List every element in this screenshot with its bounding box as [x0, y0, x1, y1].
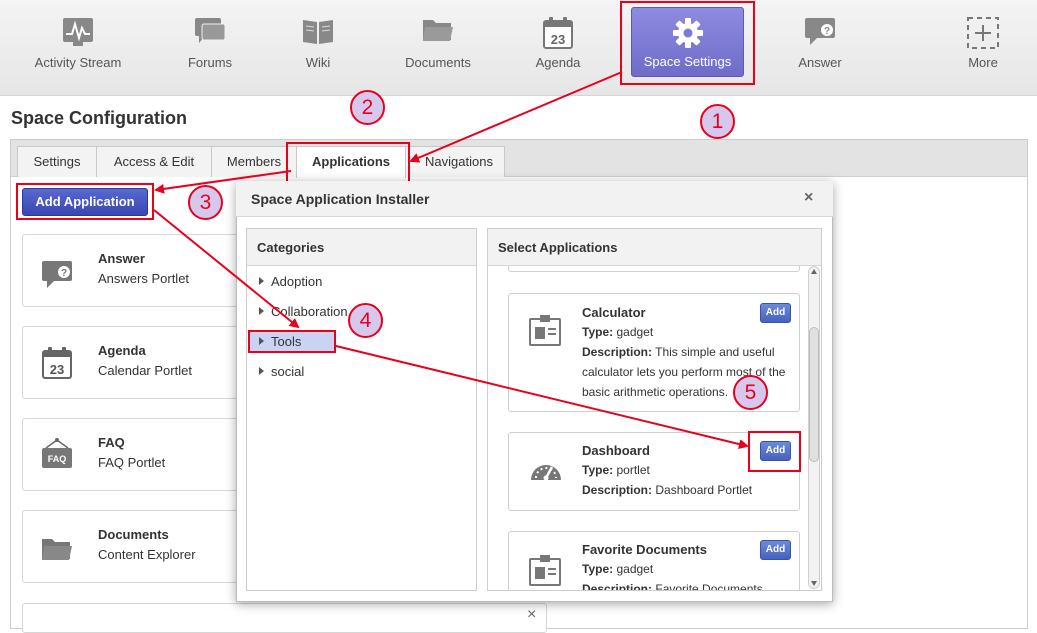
svg-text:FAQ: FAQ	[48, 454, 67, 464]
categories-header: Categories	[247, 229, 476, 266]
step-marker-2: 2	[350, 90, 385, 125]
gadget-title: Favorite Documents	[582, 542, 707, 557]
category-item-adoption[interactable]: Adoption	[259, 274, 322, 289]
caret-right-icon	[259, 337, 264, 345]
gadget-description: Description: Dashboard Portlet	[582, 483, 753, 497]
dialog-title: Space Application Installer	[251, 191, 430, 207]
category-item-tools[interactable]: Tools	[259, 334, 301, 349]
agenda-icon: 23	[543, 17, 573, 49]
step-marker-5: 5	[733, 375, 768, 410]
scrollbar-thumb[interactable]	[809, 327, 819, 462]
add-application-highlight	[16, 183, 154, 220]
category-item-social[interactable]: social	[259, 364, 304, 379]
nav-label: Answer	[798, 55, 842, 70]
nav-label: Agenda	[535, 55, 581, 70]
tab-access-edit[interactable]: Access & Edit	[96, 146, 212, 177]
app-title: Answer	[98, 251, 145, 266]
add-favorite-documents-button[interactable]: Add	[760, 540, 791, 560]
tab-settings[interactable]: Settings	[17, 146, 97, 177]
nav-item-answer[interactable]: ? Answer	[785, 0, 855, 90]
app-subtitle: Calendar Portlet	[98, 363, 192, 378]
applications-tab-highlight	[286, 142, 410, 183]
caret-right-icon	[259, 277, 264, 285]
app-title: Agenda	[98, 343, 146, 358]
app-subtitle: FAQ Portlet	[98, 455, 166, 470]
gadget-title: Calculator	[582, 305, 646, 320]
step-marker-3: 3	[188, 185, 223, 220]
svg-text:?: ?	[824, 26, 830, 37]
scroll-up-icon[interactable]	[810, 268, 818, 276]
plus-icon	[967, 17, 999, 49]
gadget-description: Description: Favorite Documents	[582, 582, 763, 590]
app-card-faq: FAQ FAQ FAQ Portlet	[22, 418, 252, 491]
favorite-documents-icon	[529, 555, 561, 586]
forums-icon	[195, 18, 226, 43]
nav-label: Documents	[405, 55, 471, 70]
applications-header: Select Applications	[488, 229, 821, 266]
category-label: Collaboration	[271, 304, 348, 319]
close-icon[interactable]: ×	[804, 189, 813, 207]
app-title: FAQ	[98, 435, 125, 450]
gadget-type: Type: gadget	[582, 562, 654, 576]
top-navigation-bar	[0, 0, 1037, 96]
app-card-documents: Documents Content Explorer	[22, 510, 252, 583]
step-marker-1: 1	[700, 104, 735, 139]
category-label: Adoption	[271, 274, 323, 289]
gadget-title: Dashboard	[582, 443, 650, 458]
app-card-agenda: 23 Agenda Calendar Portlet	[22, 326, 252, 399]
nav-label: Wiki	[305, 55, 331, 70]
scroll-down-icon[interactable]	[810, 579, 818, 587]
nav-label: More	[968, 55, 998, 70]
tab-label: Navigations	[425, 154, 493, 169]
nav-item-wiki[interactable]: Wiki	[285, 0, 351, 90]
tab-members[interactable]: Members	[211, 146, 297, 177]
add-dashboard-highlight	[748, 431, 801, 472]
app-card-partial	[22, 603, 547, 633]
agenda-icon: 23	[42, 347, 72, 379]
gear-icon	[672, 18, 703, 48]
nav-item-agenda[interactable]: 23 Agenda	[520, 0, 596, 90]
nav-item-activity-stream[interactable]: Activity Stream	[28, 0, 128, 90]
tab-label: Access & Edit	[113, 154, 195, 169]
gadget-clip: Favorite Documents Type: gadget Descript…	[487, 531, 807, 590]
nav-label: Forums	[187, 55, 233, 70]
svg-text:23: 23	[551, 32, 565, 47]
close-icon[interactable]: ×	[527, 606, 536, 624]
nav-label: Space Settings	[643, 54, 732, 69]
add-calculator-button[interactable]: Add	[760, 303, 791, 323]
svg-text:23: 23	[50, 362, 64, 377]
faq-icon: FAQ	[42, 438, 72, 468]
nav-label: Activity Stream	[34, 55, 122, 70]
documents-icon	[423, 20, 453, 41]
gadget-type: Type: gadget	[582, 325, 654, 339]
tab-label: Settings	[33, 154, 81, 169]
nav-item-documents[interactable]: Documents	[398, 0, 478, 90]
category-label: Tools	[271, 334, 302, 349]
tab-navigations[interactable]: Navigations	[405, 146, 505, 177]
nav-item-more[interactable]: More	[958, 0, 1008, 90]
category-item-collaboration[interactable]: Collaboration	[259, 304, 348, 319]
calculator-icon	[529, 315, 561, 346]
svg-text:?: ?	[61, 268, 67, 279]
wiki-icon	[303, 20, 333, 44]
page-title: Space Configuration	[11, 108, 188, 128]
tab-label: Members	[226, 154, 282, 169]
app-title: Documents	[98, 527, 169, 542]
answer-icon: ?	[805, 18, 835, 45]
gadget-card-partial	[508, 266, 800, 272]
dashboard-icon	[531, 465, 561, 481]
activity-stream-icon	[63, 18, 93, 46]
category-label: social	[271, 364, 305, 379]
app-subtitle: Content Explorer	[98, 547, 196, 562]
nav-item-space-settings[interactable]: Space Settings	[631, 7, 744, 77]
step-marker-4: 4	[348, 303, 383, 338]
caret-right-icon	[259, 307, 264, 315]
app-subtitle: Answers Portlet	[98, 271, 190, 286]
nav-item-forums[interactable]: Forums	[170, 0, 250, 90]
answer-icon: ?	[42, 261, 72, 288]
caret-right-icon	[259, 367, 264, 375]
documents-icon	[42, 539, 72, 560]
app-card-answer: ? Answer Answers Portlet	[22, 234, 252, 307]
